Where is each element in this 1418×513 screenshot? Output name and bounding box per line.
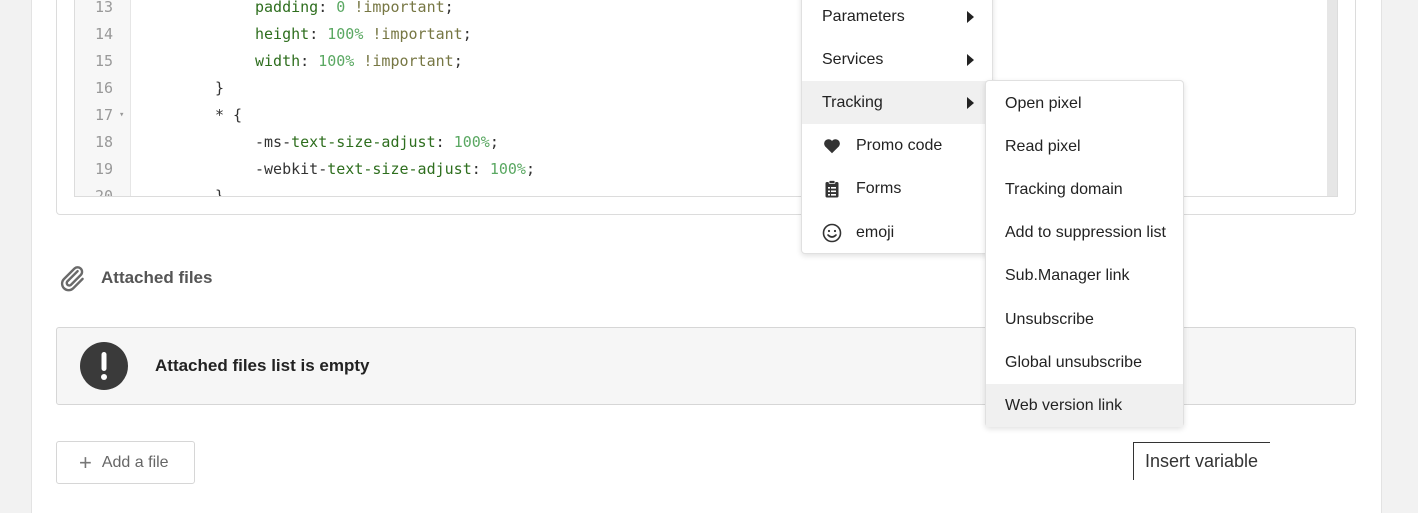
line-number: 17	[94, 106, 113, 124]
code-text: }	[215, 75, 224, 102]
submenu-arrow-icon	[967, 10, 974, 23]
line-number: 14	[94, 25, 113, 43]
insert-variable-label: Insert variable	[1145, 451, 1259, 471]
code-token: -ms-	[255, 133, 292, 151]
menu-item-tracking[interactable]: Tracking	[802, 81, 992, 124]
line-number: 20	[94, 187, 113, 197]
code-token: 0	[336, 0, 346, 16]
code-text: padding: 0 !important;	[255, 0, 454, 21]
code-token: 100%	[489, 160, 526, 178]
code-line: 13 padding: 0 !important;	[75, 0, 1329, 21]
code-token: :	[300, 52, 319, 70]
submenu-item-add-to-suppression-list[interactable]: Add to suppression list	[986, 212, 1183, 255]
submenu-item-label: Unsubscribe	[1005, 310, 1094, 328]
menu-item-label: Parameters	[822, 7, 905, 25]
code-token: * {	[215, 106, 243, 124]
submenu-item-label: Open pixel	[1005, 94, 1082, 112]
submenu-item-label: Sub.Manager link	[1005, 267, 1130, 285]
paperclip-icon	[60, 266, 84, 292]
code-text: * {	[215, 102, 242, 129]
submenu-item-label: Tracking domain	[1005, 180, 1123, 198]
add-file-label: Add a file	[101, 453, 169, 471]
menu-item-label: Promo code	[856, 136, 943, 154]
submenu-item-web-version-link[interactable]: Web version link	[986, 384, 1183, 428]
code-token: padding	[255, 0, 319, 16]
code-token: width	[255, 52, 301, 70]
line-number: 15	[94, 52, 113, 70]
code-token: :	[309, 25, 328, 43]
code-token: text-size-adjust	[291, 133, 436, 151]
insert-variable-button[interactable]: Insert variable	[1133, 442, 1270, 480]
code-token: :	[471, 160, 490, 178]
code-token: }	[215, 79, 225, 97]
submenu-item-label: Web version link	[1005, 396, 1123, 414]
menu-item-emoji[interactable]: emoji	[802, 211, 992, 254]
code-token: }	[215, 187, 225, 197]
code-line: 15 width: 100% !important;	[75, 48, 1329, 75]
code-token: text-size-adjust	[327, 160, 472, 178]
menu-item-forms[interactable]: Forms	[802, 167, 992, 210]
smiley-icon	[822, 223, 842, 243]
code-token: height	[255, 25, 310, 43]
attached-files-header: Attached files	[57, 262, 212, 294]
submenu-item-sub-manager-link[interactable]: Sub.Manager link	[986, 255, 1183, 298]
code-token: !important	[363, 25, 463, 43]
code-token: ;	[453, 52, 463, 70]
code-token: :	[318, 0, 337, 16]
submenu-item-unsubscribe[interactable]: Unsubscribe	[986, 298, 1183, 341]
code-text: }	[215, 183, 225, 197]
submenu-item-label: Global unsubscribe	[1005, 353, 1142, 371]
heart-icon	[822, 136, 842, 156]
menu-item-label: Services	[822, 50, 884, 68]
submenu-item-label: Add to suppression list	[1005, 224, 1166, 242]
code-token: !important	[354, 52, 454, 70]
submenu-arrow-icon	[967, 96, 974, 109]
line-number: 19	[94, 160, 113, 178]
code-token: ;	[525, 160, 535, 178]
code-line: 14 height: 100% !important;	[75, 21, 1329, 48]
code-token: 100%	[318, 52, 355, 70]
code-text: -ms-text-size-adjust: 100%;	[255, 129, 499, 156]
line-number: 13	[94, 0, 113, 16]
variable-menu: Parameters Services Tracking Promo code Form…	[801, 0, 993, 254]
menu-item-label: emoji	[856, 223, 895, 241]
empty-attachments-text: Attached files list is empty	[155, 356, 370, 375]
code-token: 100%	[327, 25, 364, 43]
menu-item-label: Forms	[856, 179, 902, 197]
plus-icon: +	[79, 449, 92, 475]
code-text: width: 100% !important;	[255, 48, 463, 75]
fold-arrow-icon[interactable]: ▾	[119, 102, 124, 129]
clipboard-icon	[822, 179, 842, 199]
menu-item-services[interactable]: Services	[802, 38, 992, 81]
submenu-item-tracking-domain[interactable]: Tracking domain	[986, 168, 1183, 211]
menu-item-promo-code[interactable]: Promo code	[802, 124, 992, 167]
code-token: !important	[345, 0, 445, 16]
submenu-arrow-icon	[967, 53, 974, 66]
code-token: ;	[489, 133, 499, 151]
code-token: ;	[462, 25, 472, 43]
line-number: 16	[94, 79, 113, 97]
code-token: :	[435, 133, 454, 151]
submenu-item-label: Read pixel	[1005, 137, 1081, 155]
submenu-item-read-pixel[interactable]: Read pixel	[986, 125, 1183, 168]
submenu-item-open-pixel[interactable]: Open pixel	[986, 82, 1183, 125]
code-token: 100%	[453, 133, 490, 151]
tracking-submenu: Open pixel Read pixel Tracking domain Add t…	[985, 80, 1184, 428]
menu-item-parameters[interactable]: Parameters	[802, 0, 992, 38]
exclamation-icon	[80, 342, 128, 390]
code-text: height: 100% !important;	[255, 21, 472, 48]
code-token: -webkit-	[255, 160, 328, 178]
attached-files-title: Attached files	[101, 268, 213, 287]
add-file-button[interactable]: + Add a file	[56, 441, 195, 484]
menu-item-label: Tracking	[822, 93, 883, 111]
code-token: ;	[444, 0, 454, 16]
line-number: 18	[94, 133, 113, 151]
code-text: -webkit-text-size-adjust: 100%;	[255, 156, 535, 183]
submenu-item-global-unsubscribe[interactable]: Global unsubscribe	[986, 341, 1183, 384]
